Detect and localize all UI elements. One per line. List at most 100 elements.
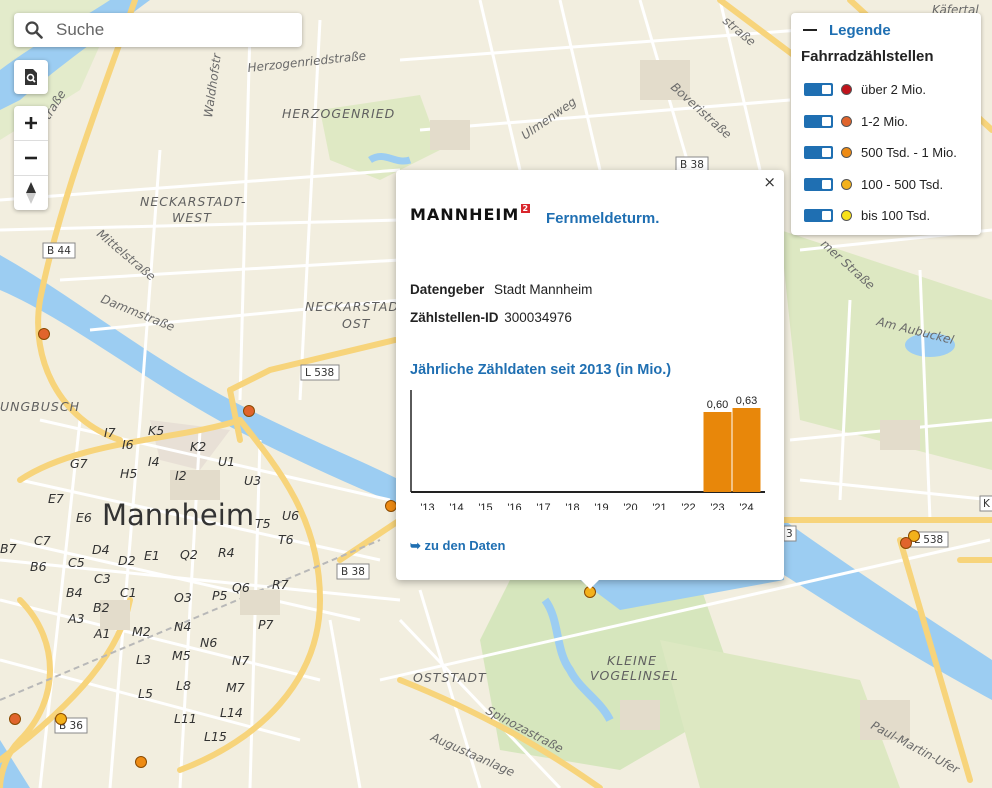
grid-block-label: L3 (136, 652, 151, 667)
layer-toggle[interactable] (804, 177, 833, 191)
grid-block-label: P7 (258, 617, 274, 632)
x-tick-label: '20 (623, 502, 637, 510)
grid-block-label: C1 (120, 585, 137, 600)
layer-toggle[interactable] (804, 209, 833, 223)
legend-item[interactable]: 1-2 Mio. (791, 106, 981, 138)
legend-item-label: bis 100 Tsd. (861, 208, 931, 224)
station-popup: × MANNHEIM 2 Fernmeldeturm. Datengeber St… (396, 170, 784, 580)
legend-item[interactable]: 100 - 500 Tsd. (791, 169, 981, 201)
zoom-to-extent-button[interactable] (14, 60, 48, 94)
district-label: NECKARSTAD (305, 299, 399, 314)
grid-block-label: B6 (30, 559, 47, 574)
x-tick-label: '15 (478, 502, 492, 510)
city-label: Mannheim (102, 498, 254, 532)
district-label: KLEINE (607, 653, 657, 668)
grid-block-label: I4 (148, 454, 160, 469)
bar-value-label: 0,63 (736, 395, 757, 407)
grid-block-label: T5 (255, 516, 271, 531)
legend-item[interactable]: über 2 Mio. (791, 74, 981, 106)
reset-north-button[interactable] (14, 175, 48, 210)
grid-block-label: U6 (282, 508, 299, 523)
station-id-row: Zählstellen-ID 300034976 (410, 310, 572, 325)
x-tick-label: '21 (652, 502, 666, 510)
x-tick-label: '14 (449, 502, 463, 510)
grid-block-label: Q2 (180, 547, 198, 562)
district-label: NECKARSTADT- (140, 194, 246, 209)
layer-toggle[interactable] (804, 114, 833, 128)
road-shield: K (979, 495, 992, 512)
legend-subtitle: Fahrradzählstellen (801, 48, 934, 65)
layer-toggle[interactable] (804, 83, 833, 97)
grid-block-label: I6 (122, 437, 134, 452)
counting-station-marker[interactable] (38, 328, 50, 340)
grid-block-label: E6 (76, 510, 92, 525)
legend-item[interactable]: 500 Tsd. - 1 Mio. (791, 137, 981, 169)
district-label: VOGELINSEL (590, 668, 679, 683)
x-tick-label: '22 (681, 502, 695, 510)
x-tick-label: '18 (565, 502, 579, 510)
legend-item-label: 1-2 Mio. (861, 113, 908, 129)
legend-item-label: über 2 Mio. (861, 82, 927, 98)
grid-block-label: N7 (232, 653, 249, 668)
counting-station-marker[interactable] (135, 756, 147, 768)
counting-station-marker[interactable] (385, 500, 397, 512)
grid-block-label: L5 (138, 686, 153, 701)
x-tick-label: '23 (710, 502, 724, 510)
svg-text:L 538: L 538 (305, 367, 334, 379)
legend-color-dot (841, 178, 852, 190)
legend-color-dot (841, 84, 852, 96)
counting-station-marker[interactable] (9, 713, 21, 725)
svg-text:B 44: B 44 (47, 245, 71, 257)
district-label: UNGBUSCH (0, 399, 80, 414)
grid-block-label: C5 (68, 555, 85, 570)
station-name: Fernmeldeturm. (546, 210, 660, 227)
zoom-out-button[interactable] (14, 140, 48, 175)
chart-title: Jährliche Zähldaten seit 2013 (in Mio.) (410, 362, 672, 378)
close-icon[interactable]: × (763, 173, 776, 191)
legend-panel: Legende Fahrradzählstellen über 2 Mio. 1-… (791, 13, 981, 235)
road-shield: B 38 (336, 563, 370, 580)
legend-item[interactable]: bis 100 Tsd. (791, 200, 981, 232)
search-icon[interactable] (14, 13, 54, 47)
data-provider-value: Stadt Mannheim (494, 282, 593, 297)
road-shield: 3 (783, 525, 797, 542)
to-data-link[interactable]: ➥ zu den Daten (410, 538, 505, 554)
x-tick-label: '24 (739, 502, 753, 510)
counting-station-marker[interactable] (243, 405, 255, 417)
grid-block-label: L11 (174, 711, 197, 726)
collapse-icon[interactable] (803, 29, 817, 31)
district-label: OST (342, 316, 371, 331)
zoom-controls[interactable] (14, 106, 48, 210)
grid-block-label: A3 (67, 611, 85, 626)
grid-block-label: U3 (244, 473, 261, 488)
bar-value-label: 0,60 (707, 399, 728, 411)
counting-station-marker[interactable] (55, 713, 67, 725)
grid-block-label: C7 (34, 533, 51, 548)
search-bar[interactable] (14, 13, 302, 47)
zoom-in-button[interactable] (14, 106, 48, 140)
layer-toggle[interactable] (804, 146, 833, 160)
zoom-to-extent-control[interactable] (14, 60, 48, 94)
svg-text:3: 3 (786, 528, 793, 540)
x-tick-label: '16 (507, 502, 521, 510)
grid-block-label: H5 (120, 466, 137, 481)
grid-block-label: C3 (94, 571, 111, 586)
grid-block-label: B4 (66, 585, 83, 600)
road-shield: B 44 (42, 242, 76, 259)
brand-logo: MANNHEIM 2 (410, 204, 531, 224)
grid-block-label: E1 (144, 548, 160, 563)
legend-header[interactable]: Legende (791, 13, 981, 47)
chart-bar (732, 408, 761, 492)
grid-block-label: R4 (218, 545, 235, 560)
counting-station-marker[interactable] (900, 537, 912, 549)
grid-block-label: D2 (118, 553, 136, 568)
search-input[interactable] (54, 19, 288, 41)
x-tick-label: '17 (536, 502, 550, 510)
grid-block-label: M5 (172, 648, 191, 663)
grid-block-label: K5 (148, 423, 164, 438)
grid-block-label: U1 (218, 454, 235, 469)
grid-block-label: E7 (48, 491, 64, 506)
grid-block-label: P5 (212, 588, 228, 603)
grid-block-label: L15 (204, 729, 227, 744)
station-id-value: 300034976 (504, 310, 572, 325)
